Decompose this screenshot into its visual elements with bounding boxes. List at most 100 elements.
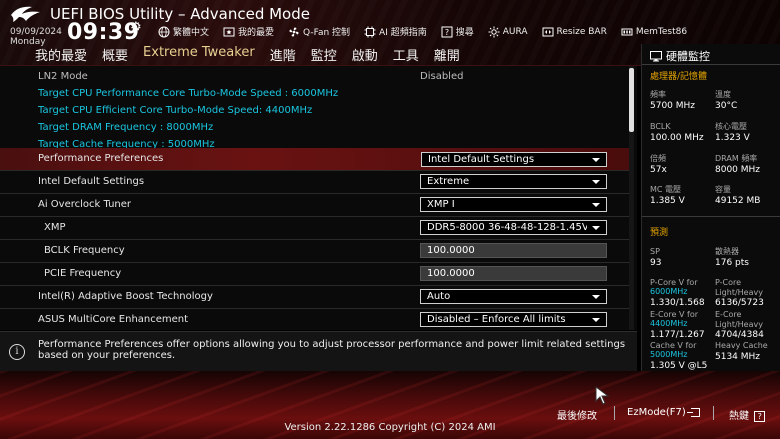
ecore-v-value: 1.177/1.267 [650, 330, 705, 340]
tab-monitor[interactable]: 監控 [306, 45, 347, 65]
footer-bar: 最後修改 EzMode(F7) 熱鍵 ? Version 2.22.1286 C… [0, 371, 780, 439]
mc-voltage-label: MC 電壓 [650, 185, 682, 194]
adaptive-boost-dropdown[interactable]: Auto [420, 289, 607, 304]
globe-icon [158, 26, 170, 37]
adaptive-boost-label: Intel(R) Adaptive Boost Technology [38, 291, 213, 302]
favorites-label: 我的最愛 [238, 28, 275, 38]
divider [614, 406, 615, 420]
tab-boot[interactable]: 啟動 [347, 45, 388, 65]
favorites-icon [223, 27, 235, 36]
info-icon: i [9, 344, 25, 360]
qfan-label: Q-Fan 控制 [303, 28, 351, 38]
app-title: UEFI BIOS Utility – Advanced Mode [50, 5, 310, 23]
bclk-label: BCLK [650, 122, 671, 131]
divider [642, 216, 780, 217]
fan-icon [289, 26, 299, 37]
pcore-v-freq: 6000MHz [650, 287, 688, 296]
settings-scrollbar-thumb[interactable] [629, 68, 634, 132]
last-modified-button[interactable]: 最後修改 [557, 407, 597, 422]
section-cpu-memory: 處理器/記憶體 [650, 72, 708, 82]
setting-row-multicore-enhancement[interactable]: ASUS MultiCore Enhancement Disabled – En… [0, 309, 630, 330]
tab-extreme-tweaker[interactable]: Extreme Tweaker [138, 45, 265, 65]
setting-row-bclk-frequency[interactable]: BCLK Frequency 100.0000 [0, 240, 630, 262]
tab-tool[interactable]: 工具 [388, 45, 429, 65]
date-text: 09/09/2024 [10, 27, 62, 37]
pcie-frequency-label: PCIE Frequency [44, 268, 122, 279]
ai-oc-guide-label: AI 超頻指南 [379, 28, 427, 38]
memtest-label: MemTest86 [635, 26, 688, 37]
tab-exit[interactable]: 離開 [429, 45, 470, 65]
ai-overclock-tuner-dropdown[interactable]: XMP I [420, 197, 607, 212]
capacity-label: 容量 [715, 185, 731, 194]
exit-arrow-icon [686, 407, 700, 417]
chevron-down-icon [592, 226, 600, 230]
xmp-label: XMP [44, 222, 66, 233]
bclk-frequency-input[interactable]: 100.0000 [420, 243, 607, 258]
memtest-icon [621, 28, 633, 35]
pcore-light-heavy-label: P-Core Light/Heavy [715, 278, 763, 297]
pcore-v-value: 1.330/1.568 [650, 298, 705, 308]
qfan-button[interactable]: Q-Fan 控制 [288, 25, 350, 38]
hardware-monitor-title-text: 硬體監控 [666, 50, 710, 63]
pcore-light-heavy-value: 6136/5723 [715, 298, 764, 308]
bclk-value: 100.00 MHz [650, 133, 704, 143]
info-ecore-speed: Target CPU Efficient Core Turbo-Mode Spe… [38, 105, 313, 116]
setting-row-ai-overclock-tuner[interactable]: Ai Overclock Tuner XMP I [0, 194, 630, 216]
heavy-cache-value: 5134 MHz [715, 352, 761, 362]
sp-value: 93 [650, 258, 662, 268]
date-display: 09/09/2024 Monday [10, 27, 62, 47]
ezmode-button[interactable]: EzMode(F7) [627, 407, 700, 418]
adaptive-boost-value: Auto [427, 291, 451, 302]
search-button[interactable]: ? 搜尋 [441, 25, 474, 38]
memtest-button[interactable]: MemTest86 [621, 25, 687, 38]
language-button[interactable]: 繁體中文 [158, 25, 209, 38]
tab-advanced[interactable]: 進階 [265, 45, 306, 65]
rog-logo-icon [11, 6, 40, 22]
xmp-dropdown[interactable]: DDR5-8000 36-48-48-128-1.45V [420, 220, 607, 235]
hotkeys-button[interactable]: 熱鍵 ? [729, 407, 766, 422]
multicore-enhancement-dropdown[interactable]: Disabled – Enforce All limits [420, 312, 607, 327]
intel-default-settings-value: Extreme [427, 176, 470, 187]
section-prediction: 預測 [650, 228, 669, 238]
aura-button[interactable]: AURA [488, 25, 528, 38]
dram-freq-value: 8000 MHz [715, 165, 761, 175]
multicore-enhancement-value: Disabled – Enforce All limits [427, 314, 566, 325]
performance-preferences-dropdown[interactable]: Intel Default Settings [421, 152, 607, 167]
setting-row-adaptive-boost[interactable]: Intel(R) Adaptive Boost Technology Auto [0, 286, 630, 308]
resize-bar-button[interactable]: Resize BAR [542, 25, 607, 38]
freq-value: 5700 MHz [650, 101, 696, 111]
divider [642, 64, 780, 65]
setting-row-xmp[interactable]: XMP DDR5-8000 36-48-48-128-1.45V [0, 217, 630, 239]
ai-overclock-tuner-label: Ai Overclock Tuner [38, 199, 132, 210]
aura-icon [488, 26, 500, 37]
sp-label: SP [650, 247, 660, 256]
tab-favorites[interactable]: 我的最愛 [30, 45, 97, 65]
gear-icon[interactable]: ⚙ [130, 20, 142, 35]
heatsink-value: 176 pts [715, 258, 749, 268]
cache-v-value: 1.305 V @L5 [650, 361, 708, 371]
main-tabs: 我的最愛 概要 Extreme Tweaker 進階 監控 啟動 工具 離開 [30, 45, 470, 65]
ecore-light-heavy-label: E-Core Light/Heavy [715, 310, 763, 329]
cache-v-freq: 5000MHz [650, 350, 688, 359]
ai-oc-guide-button[interactable]: AI 超頻指南 [364, 25, 427, 38]
info-pcore-speed: Target CPU Performance Core Turbo-Mode S… [38, 88, 339, 99]
ratio-label: 倍頻 [650, 154, 666, 163]
vcore-value: 1.323 V [715, 133, 750, 143]
svg-text:?: ? [445, 28, 449, 37]
intel-default-settings-dropdown[interactable]: Extreme [420, 174, 607, 189]
chevron-down-icon [592, 203, 600, 207]
dram-freq-label: DRAM 頻率 [715, 154, 758, 163]
question-box-icon: ? [754, 410, 766, 422]
setting-row-pcie-frequency[interactable]: PCIE Frequency 100.0000 [0, 263, 630, 285]
heavy-cache-label: Heavy Cache [715, 341, 768, 350]
mouse-cursor-icon [595, 386, 610, 405]
help-text: Performance Preferences offer options al… [38, 339, 626, 361]
vcore-label: 核心電壓 [715, 122, 747, 131]
ai-icon [364, 26, 376, 37]
pcie-frequency-input[interactable]: 100.0000 [420, 266, 607, 281]
setting-row-performance-preferences[interactable]: Performance Preferences Intel Default Se… [0, 148, 630, 170]
setting-row-intel-default-settings[interactable]: Intel Default Settings Extreme [0, 171, 630, 193]
favorites-button[interactable]: 我的最愛 [223, 25, 274, 38]
resize-bar-icon [542, 27, 554, 36]
tab-main[interactable]: 概要 [97, 45, 138, 65]
